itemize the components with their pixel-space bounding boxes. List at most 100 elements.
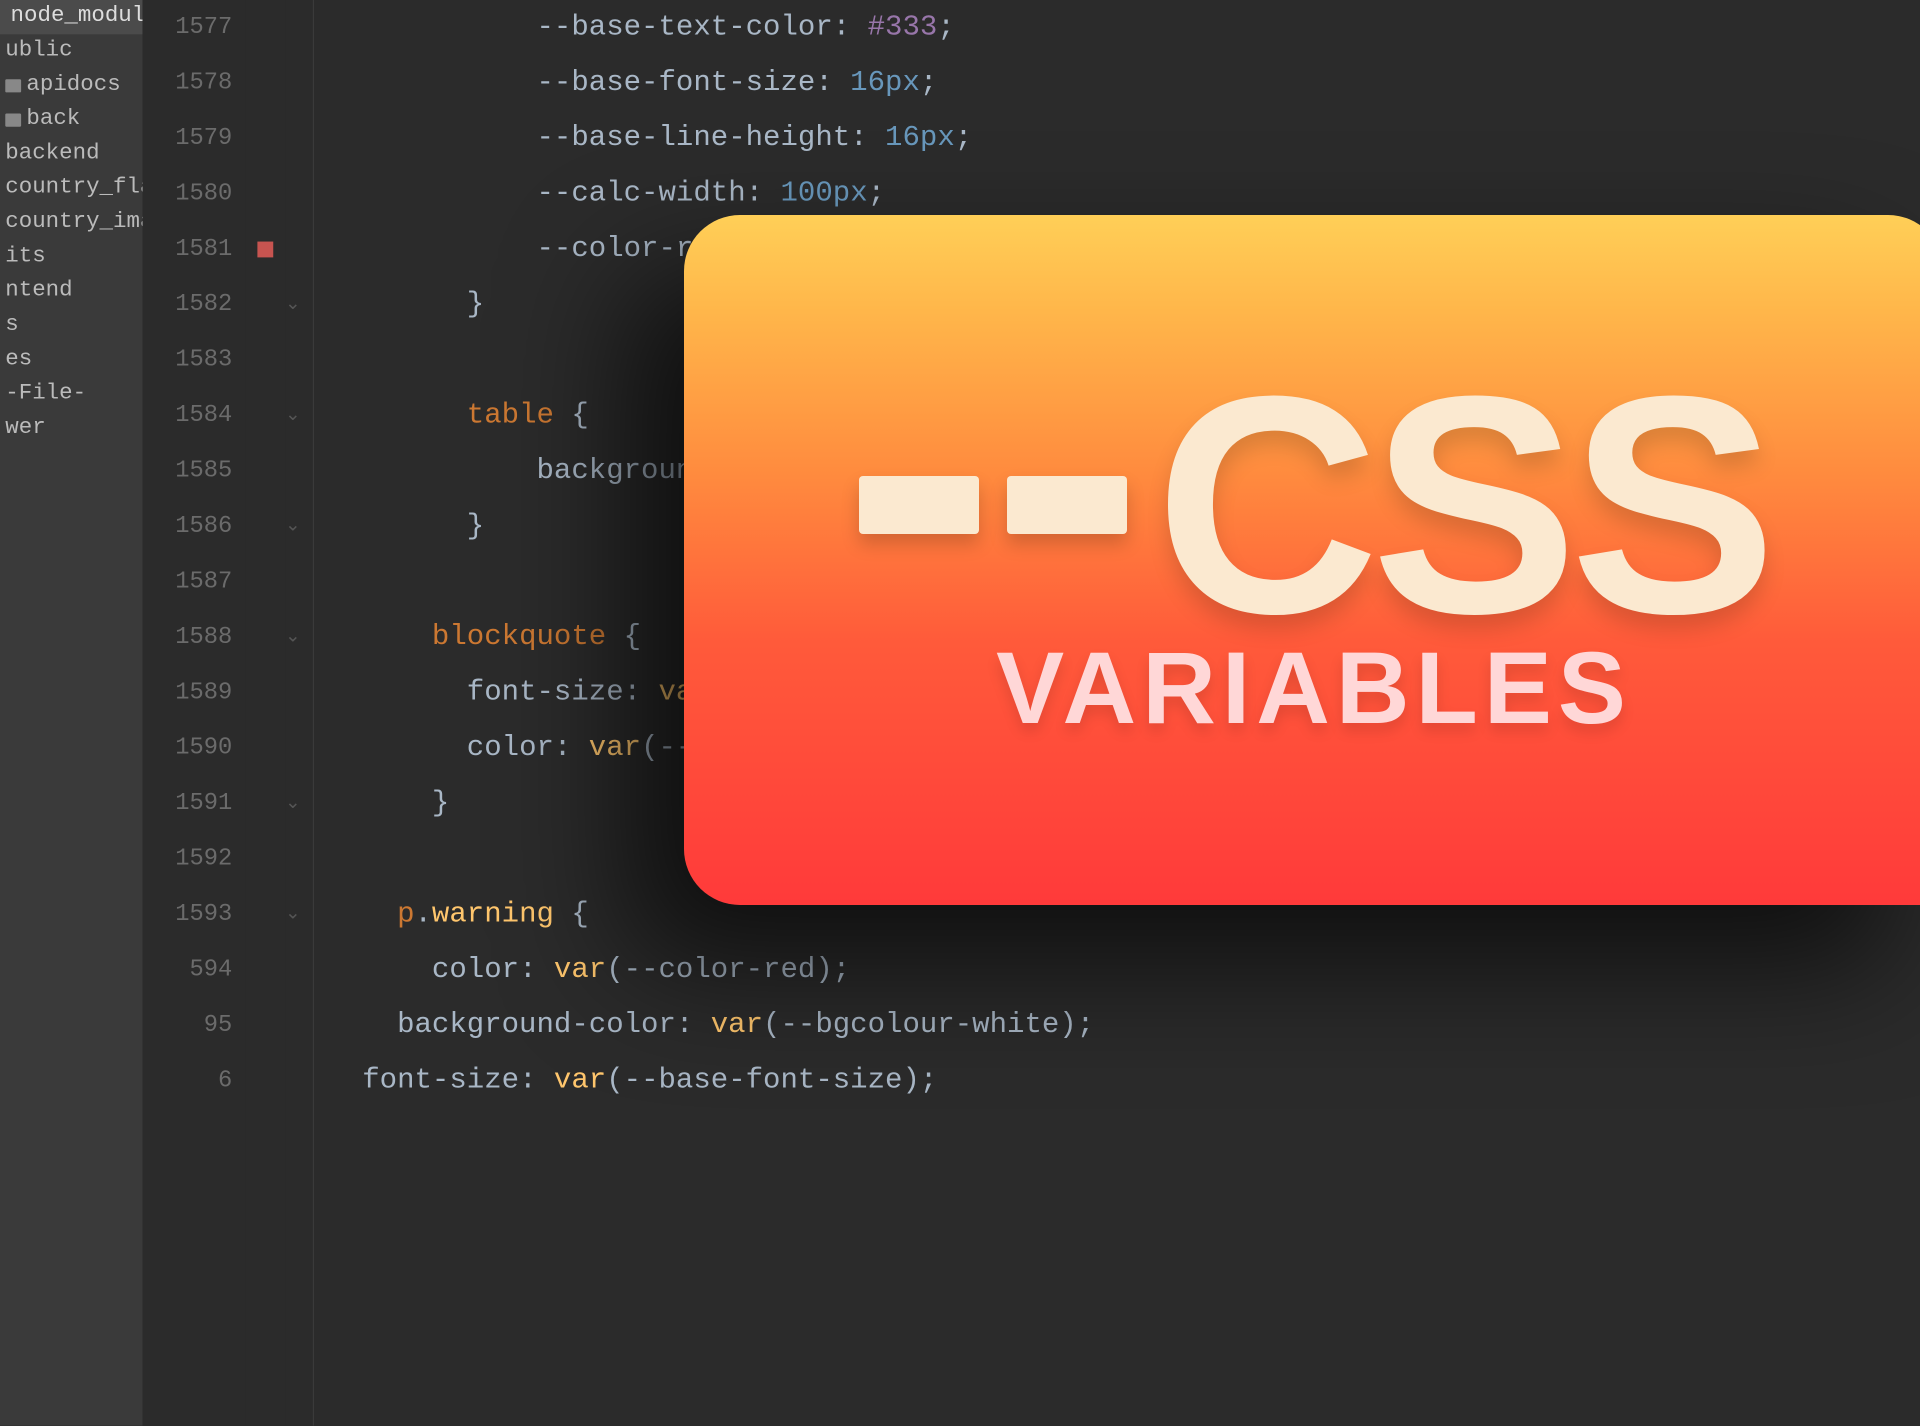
file-tree-item[interactable]: ntend	[0, 275, 143, 309]
code-token: 16px	[885, 121, 955, 154]
code-token: ;	[920, 66, 937, 99]
dash-icon	[1007, 476, 1127, 534]
code-token: );	[815, 953, 850, 986]
fold-toggle	[285, 942, 313, 997]
line-number[interactable]: 1586	[143, 499, 233, 554]
code-token: :	[624, 676, 659, 709]
line-number[interactable]: 6	[143, 1053, 233, 1108]
line-number[interactable]: 1577	[143, 0, 233, 55]
code-token: }	[432, 787, 449, 820]
fold-toggle[interactable]: ⌄	[285, 610, 313, 665]
breakpoint-slot[interactable]	[246, 665, 286, 720]
code-token: :	[746, 177, 781, 210]
file-tree-item[interactable]: backend	[0, 137, 143, 171]
breakpoint-slot[interactable]	[246, 111, 286, 166]
breakpoint-slot[interactable]	[246, 610, 286, 665]
code-line[interactable]: --base-font-size: 16px;	[327, 55, 1920, 110]
fold-toggle[interactable]: ⌄	[285, 499, 313, 554]
breakpoint-slot[interactable]	[246, 388, 286, 443]
breakpoint-icon[interactable]	[257, 242, 273, 258]
file-tree-item[interactable]: country_ima	[0, 206, 143, 240]
line-number[interactable]: 1593	[143, 887, 233, 942]
line-number[interactable]: 1584	[143, 388, 233, 443]
breakpoint-slot[interactable]	[246, 444, 286, 499]
breakpoint-slot[interactable]	[246, 55, 286, 110]
breakpoint-slot[interactable]	[246, 333, 286, 388]
file-tree-item[interactable]: -File-	[0, 378, 143, 412]
line-number[interactable]: 1581	[143, 222, 233, 277]
line-number[interactable]: 1587	[143, 554, 233, 609]
breakpoint-slot[interactable]	[246, 222, 286, 277]
code-token: font-size	[362, 1064, 519, 1097]
file-tree-item[interactable]: country_flag	[0, 172, 143, 206]
code-token: (	[606, 1064, 623, 1097]
file-tree-label: ublic	[5, 34, 72, 68]
code-token: #333	[868, 11, 938, 44]
code-token: 16px	[850, 66, 920, 99]
file-tree-item[interactable]: back	[0, 103, 143, 137]
line-number[interactable]: 1591	[143, 776, 233, 831]
file-tree-label: country_flag	[5, 172, 142, 206]
line-number[interactable]: 1579	[143, 111, 233, 166]
code-line[interactable]: font-size: var(--base-font-size);	[327, 1053, 1920, 1108]
fold-toggle[interactable]: ⌄	[285, 277, 313, 332]
code-token: var	[589, 731, 641, 764]
breakpoint-slot[interactable]	[246, 1053, 286, 1108]
code-token: ;	[868, 177, 885, 210]
line-number[interactable]: 1578	[143, 55, 233, 110]
fold-column[interactable]: ⌄ ⌄ ⌄ ⌄ ⌄ ⌄	[285, 0, 314, 1426]
breakpoint-slot[interactable]	[246, 0, 286, 55]
line-number[interactable]: 1580	[143, 166, 233, 221]
fold-toggle[interactable]: ⌄	[285, 887, 313, 942]
promo-subtitle: VARIABLES	[996, 630, 1632, 747]
code-line[interactable]: --base-text-color: #333;	[327, 0, 1920, 55]
line-number[interactable]: 1589	[143, 665, 233, 720]
fold-toggle	[285, 1053, 313, 1108]
code-line[interactable]: --calc-width: 100px;	[327, 166, 1920, 221]
breakpoint-slot[interactable]	[246, 998, 286, 1053]
breakpoint-slot[interactable]	[246, 499, 286, 554]
code-token: ;	[937, 11, 954, 44]
code-token: .	[415, 898, 432, 931]
file-tree[interactable]: node_modulesublicapidocsbackbackendcount…	[0, 0, 143, 1426]
file-tree-item[interactable]: s	[0, 309, 143, 343]
code-token: {	[606, 620, 641, 653]
file-tree-item[interactable]: node_modules	[0, 0, 143, 34]
code-line[interactable]: background-color: var(--bgcolour-white);	[327, 998, 1920, 1053]
file-tree-label: back	[26, 103, 80, 137]
line-number[interactable]: 1583	[143, 333, 233, 388]
line-number[interactable]: 1588	[143, 610, 233, 665]
code-token: :	[519, 953, 554, 986]
file-tree-item[interactable]: ublic	[0, 34, 143, 68]
code-token: :	[833, 11, 868, 44]
line-number[interactable]: 594	[143, 942, 233, 997]
file-tree-item[interactable]: es	[0, 343, 143, 377]
breakpoint-slot[interactable]	[246, 554, 286, 609]
code-line[interactable]: color: var(--color-red);	[327, 942, 1920, 997]
fold-toggle	[285, 721, 313, 776]
line-number[interactable]: 1582	[143, 277, 233, 332]
file-tree-item[interactable]: apidocs	[0, 69, 143, 103]
breakpoint-slot[interactable]	[246, 721, 286, 776]
line-number[interactable]: 1585	[143, 444, 233, 499]
breakpoint-slot[interactable]	[246, 277, 286, 332]
code-line[interactable]: --base-line-height: 16px;	[327, 111, 1920, 166]
breakpoint-slot[interactable]	[246, 166, 286, 221]
breakpoint-slot[interactable]	[246, 887, 286, 942]
file-tree-label: -File-	[5, 378, 86, 412]
fold-toggle[interactable]: ⌄	[285, 388, 313, 443]
line-number-gutter[interactable]: 1577157815791580158115821583158415851586…	[143, 0, 246, 1426]
file-tree-item[interactable]: its	[0, 240, 143, 274]
breakpoint-slot[interactable]	[246, 832, 286, 887]
fold-toggle	[285, 665, 313, 720]
line-number[interactable]: 1590	[143, 721, 233, 776]
fold-toggle[interactable]: ⌄	[285, 776, 313, 831]
line-number[interactable]: 1592	[143, 832, 233, 887]
code-token: font-size	[467, 676, 624, 709]
line-number[interactable]: 95	[143, 998, 233, 1053]
file-tree-item[interactable]: wer	[0, 412, 143, 446]
code-token: var	[554, 1064, 606, 1097]
breakpoint-slot[interactable]	[246, 776, 286, 831]
breakpoint-slot[interactable]	[246, 942, 286, 997]
breakpoint-column[interactable]	[246, 0, 286, 1426]
